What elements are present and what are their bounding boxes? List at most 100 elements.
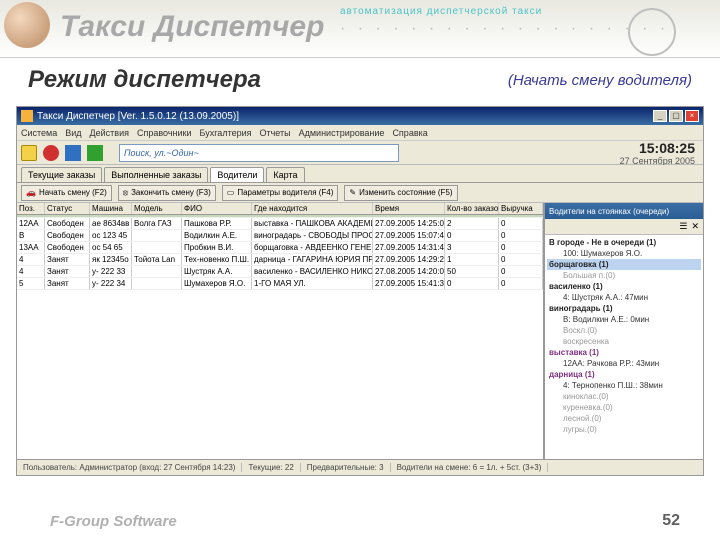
menubar: Система Вид Действия Справочники Бухгалт… bbox=[17, 125, 703, 141]
tree-node[interactable]: 12АА: Рачкова Р.Р.: 43мин bbox=[547, 358, 701, 369]
status-drivers: Водители на смене: 6 = 1л. + 5ст. (3+3) bbox=[391, 463, 549, 472]
tool-icon-3[interactable] bbox=[87, 145, 103, 161]
close-icon[interactable]: ✕ bbox=[691, 221, 699, 232]
close-button[interactable]: × bbox=[685, 110, 699, 122]
tree-node[interactable]: лугры.(0) bbox=[547, 424, 701, 435]
page-subtitle: (Начать смену водителя) bbox=[508, 72, 692, 89]
side-panel: Водители на стоянках (очереди) ☰ ✕ В гор… bbox=[545, 203, 703, 459]
end-shift-button[interactable]: ⦻Закончить смену (F3) bbox=[118, 185, 216, 201]
driver-actions: 🚗Начать смену (F2) ⦻Закончить смену (F3)… bbox=[17, 183, 703, 203]
status-user: Пользователь: Администратор (вход: 27 Се… bbox=[17, 463, 242, 472]
tabstrip: Текущие заказы Выполненные заказы Водите… bbox=[17, 165, 703, 183]
tree-node[interactable]: 4: Шустряк А.А.: 47мин bbox=[547, 292, 701, 303]
tool-icon-1[interactable] bbox=[43, 145, 59, 161]
main-split: Поз. Статус Машина Модель ФИО Где находи… bbox=[17, 203, 703, 459]
col-car[interactable]: Машина bbox=[90, 203, 132, 214]
status-current: Текущие: 22 bbox=[242, 463, 300, 472]
menu-system[interactable]: Система bbox=[21, 125, 57, 140]
tab-current-orders[interactable]: Текущие заказы bbox=[21, 167, 102, 182]
col-status[interactable]: Статус bbox=[45, 203, 90, 214]
car-icon: 🚗 bbox=[26, 188, 36, 197]
grid-body[interactable]: 12ААСвободенае 8634ввВолга ГАЗПашкова Р.… bbox=[17, 215, 543, 459]
tab-map[interactable]: Карта bbox=[266, 167, 304, 182]
table-row[interactable]: 12ААСвободенае 8634ввВолга ГАЗПашкова Р.… bbox=[17, 218, 543, 230]
col-time[interactable]: Время bbox=[373, 203, 445, 214]
menu-refs[interactable]: Справочники bbox=[137, 125, 192, 140]
footer: F-Group Software 52 bbox=[50, 512, 680, 530]
menu-view[interactable]: Вид bbox=[65, 125, 81, 140]
tree-node[interactable]: виноградарь (1) bbox=[547, 303, 701, 314]
tab-drivers[interactable]: Водители bbox=[210, 167, 264, 182]
banner-title: Такси Диспетчер bbox=[60, 10, 324, 44]
tree-node[interactable]: выставка (1) bbox=[547, 347, 701, 358]
side-header: Водители на стоянках (очереди) bbox=[545, 203, 703, 219]
tree-node[interactable]: куреневка.(0) bbox=[547, 402, 701, 413]
maximize-button[interactable]: ▢ bbox=[669, 110, 683, 122]
page-number: 52 bbox=[662, 512, 680, 530]
tool-icon-2[interactable] bbox=[65, 145, 81, 161]
app-icon bbox=[21, 110, 33, 122]
toolbar: Поиск, ул.~Один~ 15:08:25 27 Сентября 20… bbox=[17, 141, 703, 165]
change-state-button[interactable]: ✎Изменить состояние (F5) bbox=[344, 185, 457, 201]
menu-reports[interactable]: Отчеты bbox=[260, 125, 291, 140]
tree-node[interactable]: Воскл.(0) bbox=[547, 325, 701, 336]
tree-node[interactable]: В городе - Не в очереди (1) bbox=[547, 237, 701, 248]
menu-admin[interactable]: Администрирование bbox=[299, 125, 385, 140]
statusbar: Пользователь: Администратор (вход: 27 Се… bbox=[17, 459, 703, 475]
page-title: Режим диспетчера bbox=[28, 66, 261, 94]
banner: Такси Диспетчер автоматизация диспетчерс… bbox=[0, 0, 720, 58]
key-icon[interactable] bbox=[21, 145, 37, 161]
operator-avatar bbox=[4, 2, 50, 48]
tree-node[interactable]: воскресенка bbox=[547, 336, 701, 347]
menu-accounting[interactable]: Бухгалтерия bbox=[200, 125, 252, 140]
side-title: Водители на стоянках (очереди) bbox=[549, 207, 669, 216]
menu-help[interactable]: Справка bbox=[392, 125, 427, 140]
start-shift-button[interactable]: 🚗Начать смену (F2) bbox=[21, 185, 112, 201]
table-row[interactable]: 4Заняту- 222 33Шустряк А.А.василенко - В… bbox=[17, 266, 543, 278]
tree-node[interactable]: дарница (1) bbox=[547, 369, 701, 380]
table-row[interactable]: 4Занятяк 12345оТойота LanТех-новенко П.Ш… bbox=[17, 254, 543, 266]
col-orders[interactable]: Кол-во заказов bbox=[445, 203, 499, 214]
stop-icon: ⦻ bbox=[123, 188, 128, 198]
table-row[interactable]: 13ААСвободенос 54 65Пробкин В.И.борщагов… bbox=[17, 242, 543, 254]
titlebar[interactable]: Такси Диспетчер [Ver. 1.5.0.12 (13.09.20… bbox=[17, 107, 703, 125]
queue-tree[interactable]: В городе - Не в очереди (1)100: Шумахеро… bbox=[545, 235, 703, 459]
card-icon: ▭ bbox=[227, 188, 235, 197]
clock-date: 27 Сентября 2005 bbox=[620, 156, 695, 166]
col-rev[interactable]: Выручка bbox=[499, 203, 543, 214]
tab-done-orders[interactable]: Выполненные заказы bbox=[104, 167, 208, 182]
table-row[interactable]: 5Заняту- 222 34Шумахеров Я.О.1-ГО МАЯ УЛ… bbox=[17, 278, 543, 290]
tree-node[interactable]: 4: Тернопенко П.Ш.: 38мин bbox=[547, 380, 701, 391]
col-model[interactable]: Модель bbox=[132, 203, 182, 214]
page-header: Режим диспетчера (Начать смену водителя) bbox=[0, 58, 720, 102]
app-window: Такси Диспетчер [Ver. 1.5.0.12 (13.09.20… bbox=[16, 106, 704, 476]
col-fio[interactable]: ФИО bbox=[182, 203, 252, 214]
clock-time: 15:08:25 bbox=[620, 140, 695, 156]
tree-node[interactable]: василенко (1) bbox=[547, 281, 701, 292]
tree-node[interactable]: киноклас.(0) bbox=[547, 391, 701, 402]
table-row[interactable]: ВСвободенос 123 45Водилкин А.Е.винограда… bbox=[17, 230, 543, 242]
edit-icon: ✎ bbox=[349, 188, 356, 197]
search-input[interactable]: Поиск, ул.~Один~ bbox=[119, 144, 399, 162]
col-loc[interactable]: Где находится bbox=[252, 203, 373, 214]
menu-actions[interactable]: Действия bbox=[90, 125, 129, 140]
tree-node[interactable]: Большая п.(0) bbox=[547, 270, 701, 281]
col-poz[interactable]: Поз. bbox=[17, 203, 45, 214]
tree-node[interactable]: 100: Шумахеров Я.О. bbox=[547, 248, 701, 259]
footer-brand: F-Group Software bbox=[50, 513, 177, 530]
clock: 15:08:25 27 Сентября 2005 bbox=[620, 140, 699, 166]
tree-node[interactable]: борщаговка (1) bbox=[547, 259, 701, 270]
banner-dots: · · · · · · · · · · · · · · · · · · · bbox=[340, 20, 669, 38]
side-tools: ☰ ✕ bbox=[545, 219, 703, 235]
banner-ornament bbox=[628, 8, 676, 56]
collapse-icon[interactable]: ☰ bbox=[679, 221, 687, 232]
drivers-grid[interactable]: Поз. Статус Машина Модель ФИО Где находи… bbox=[17, 203, 545, 459]
banner-subtitle: автоматизация диспетчерской такси bbox=[340, 6, 542, 17]
grid-header: Поз. Статус Машина Модель ФИО Где находи… bbox=[17, 203, 543, 215]
tree-node[interactable]: лесной.(0) bbox=[547, 413, 701, 424]
minimize-button[interactable]: _ bbox=[653, 110, 667, 122]
tree-node[interactable]: В: Водилкин А.Е.: 0мин bbox=[547, 314, 701, 325]
status-preliminary: Предварительные: 3 bbox=[301, 463, 391, 472]
window-title: Такси Диспетчер [Ver. 1.5.0.12 (13.09.20… bbox=[37, 111, 653, 122]
driver-params-button[interactable]: ▭Параметры водителя (F4) bbox=[222, 185, 339, 201]
